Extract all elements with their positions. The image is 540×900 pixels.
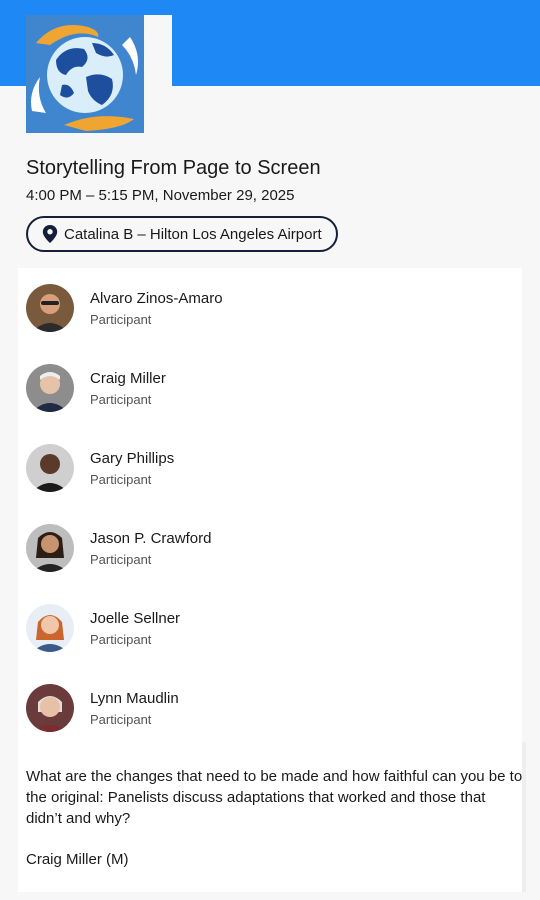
avatar xyxy=(26,604,74,652)
avatar xyxy=(26,284,74,332)
participant-name: Lynn Maudlin xyxy=(90,690,179,707)
location-label: Catalina B – Hilton Los Angeles Airport xyxy=(64,225,322,243)
participant-item[interactable]: Alvaro Zinos-Amaro Participant xyxy=(26,284,486,334)
avatar xyxy=(26,684,74,732)
event-description: What are the changes that need to be mad… xyxy=(26,768,523,827)
event-title: Storytelling From Page to Screen xyxy=(26,157,321,179)
participant-role: Participant xyxy=(90,472,152,487)
moderator-label: Craig Miller (M) xyxy=(26,851,129,868)
avatar xyxy=(26,524,74,572)
participant-item[interactable]: Lynn Maudlin Participant xyxy=(26,684,486,734)
participant-role: Participant xyxy=(90,712,152,727)
participant-name: Joelle Sellner xyxy=(90,610,181,627)
globe-logo xyxy=(26,15,144,133)
participant-item[interactable]: Joelle Sellner Participant xyxy=(26,604,486,654)
location-pill[interactable]: Catalina B – Hilton Los Angeles Airport xyxy=(26,216,338,252)
map-pin-icon xyxy=(42,225,58,243)
event-time: 4:00 PM – 5:15 PM, November 29, 2025 xyxy=(26,187,295,204)
participant-item[interactable]: Craig Miller Participant xyxy=(26,364,486,414)
participants-panel xyxy=(18,268,522,742)
avatar xyxy=(26,364,74,412)
participant-name: Jason P. Crawford xyxy=(90,530,212,547)
participant-item[interactable]: Gary Phillips Participant xyxy=(26,444,486,494)
participant-role: Participant xyxy=(90,312,152,327)
participant-name: Alvaro Zinos-Amaro xyxy=(90,290,223,307)
participant-item[interactable]: Jason P. Crawford Participant xyxy=(26,524,486,574)
participant-name: Gary Phillips xyxy=(90,450,175,467)
participant-name: Craig Miller xyxy=(90,370,166,387)
participant-role: Participant xyxy=(90,392,152,407)
participant-role: Participant xyxy=(90,632,152,647)
participant-role: Participant xyxy=(90,552,152,567)
avatar xyxy=(26,444,74,492)
